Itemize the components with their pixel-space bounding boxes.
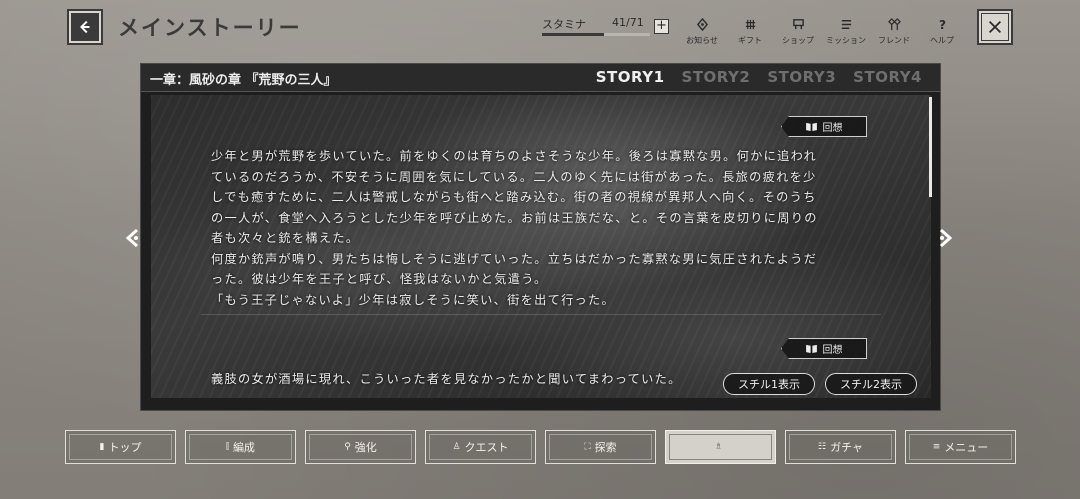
bottom-navigation: ▮ トップ ⫿ 編成 ⚲ 強化 ♙ クエスト ⛶ 探索 ♗ ☷ ガチャ ≡ メニュー (65, 430, 1016, 464)
bottom-nav-quest[interactable]: ♙ クエスト (425, 430, 536, 464)
recall-button-1[interactable]: 回想 (781, 116, 867, 137)
topnav-mission[interactable]: ミッション (822, 16, 870, 46)
svg-text:?: ? (939, 18, 946, 31)
topnav-notice[interactable]: お知らせ (678, 16, 726, 46)
topnav-notice-label: お知らせ (686, 36, 718, 45)
chevron-left-icon (125, 228, 138, 248)
back-button[interactable] (67, 9, 103, 45)
stamina-label: スタミナ (542, 18, 586, 31)
bottom-nav-quest-label: クエスト (464, 441, 509, 454)
notice-icon (678, 16, 726, 33)
bottom-nav-gacha-label: ガチャ (830, 441, 863, 454)
recall-label-2: 回想 (822, 345, 843, 356)
menu-icon: ≡ (932, 442, 941, 452)
tab-story4[interactable]: STORY4 (853, 68, 922, 86)
next-arrow-button[interactable] (934, 227, 956, 249)
story-panel: 一章：風砂の章 『荒野の三人』 STORY1 STORY2 STORY3 STO… (140, 63, 941, 411)
chapter-title: 一章：風砂の章 『荒野の三人』 (150, 73, 337, 88)
recall-button-2[interactable]: 回想 (781, 338, 867, 359)
still-2-button[interactable]: スチル2表示 (825, 373, 917, 395)
formation-icon: ⫿ (226, 442, 229, 452)
back-arrow-icon (71, 13, 99, 41)
topnav-help[interactable]: ? ヘルプ (918, 16, 966, 46)
tab-story2[interactable]: STORY2 (682, 68, 751, 86)
bottom-nav-menu-label: メニュー (944, 441, 989, 454)
bottom-nav-top[interactable]: ▮ トップ (65, 430, 176, 464)
friend-icon (870, 16, 918, 33)
topnav-mission-label: ミッション (826, 36, 866, 45)
tab-story3[interactable]: STORY3 (767, 68, 836, 86)
top-navigation: お知らせ ギフト ショップ ミッション フレンド ? ヘルプ (678, 16, 966, 46)
tab-story1[interactable]: STORY1 (596, 68, 665, 86)
story-paragraph-1: 少年と男が荒野を歩いていた。前をゆくのは育ちのよさそうな少年。後ろは寡黙な男。何… (211, 149, 818, 307)
top-icon: ▮ (99, 442, 105, 452)
still-1-button[interactable]: スチル1表示 (723, 373, 815, 395)
bottom-nav-enhance[interactable]: ⚲ 強化 (305, 430, 416, 464)
stamina-bar (542, 33, 650, 36)
topnav-help-label: ヘルプ (930, 36, 954, 45)
panel-header: 一章：風砂の章 『荒野の三人』 STORY1 STORY2 STORY3 STO… (141, 64, 940, 92)
page-title: メインストーリー (118, 16, 302, 40)
shop-icon (774, 16, 822, 33)
topnav-shop[interactable]: ショップ (774, 16, 822, 46)
topnav-friend[interactable]: フレンド (870, 16, 918, 46)
topnav-shop-label: ショップ (782, 36, 814, 45)
chevron-right-icon (940, 228, 953, 248)
book-icon (805, 344, 817, 353)
topnav-gift[interactable]: ギフト (726, 16, 774, 46)
story-tabs: STORY1 STORY2 STORY3 STORY4 (596, 68, 922, 86)
archive-icon: ♗ (714, 442, 723, 452)
gacha-icon: ☷ (818, 442, 827, 452)
stamina-fill (542, 33, 605, 36)
topnav-friend-label: フレンド (878, 36, 910, 45)
story-divider (201, 314, 881, 315)
bottom-nav-archive[interactable]: ♗ (665, 430, 776, 464)
bottom-nav-gacha[interactable]: ☷ ガチャ (785, 430, 896, 464)
stamina-plus-button[interactable]: + (654, 19, 669, 34)
enhance-icon: ⚲ (344, 442, 351, 452)
prev-arrow-button[interactable] (122, 227, 144, 249)
quest-icon: ♙ (452, 442, 461, 452)
bottom-nav-explore-label: 探索 (594, 441, 617, 454)
bottom-nav-formation[interactable]: ⫿ 編成 (185, 430, 296, 464)
topnav-gift-label: ギフト (738, 36, 762, 45)
story-text-1: 少年と男が荒野を歩いていた。前をゆくのは育ちのよさそうな少年。後ろは寡黙な男。何… (211, 146, 881, 310)
explore-icon: ⛶ (584, 442, 591, 452)
book-icon (805, 122, 817, 131)
bottom-nav-formation-label: 編成 (232, 441, 255, 454)
story-scrollbar[interactable] (929, 97, 932, 197)
mission-icon (822, 16, 870, 33)
close-button[interactable] (977, 9, 1013, 45)
help-icon: ? (918, 16, 966, 33)
bottom-nav-menu[interactable]: ≡ メニュー (905, 430, 1016, 464)
bottom-nav-explore[interactable]: ⛶ 探索 (545, 430, 656, 464)
recall-label-1: 回想 (822, 123, 843, 134)
stamina-value: 41/71 (612, 16, 644, 29)
close-icon (981, 13, 1009, 41)
bottom-nav-top-label: トップ (108, 441, 142, 454)
bottom-nav-enhance-label: 強化 (354, 441, 377, 454)
gift-icon (726, 16, 774, 33)
